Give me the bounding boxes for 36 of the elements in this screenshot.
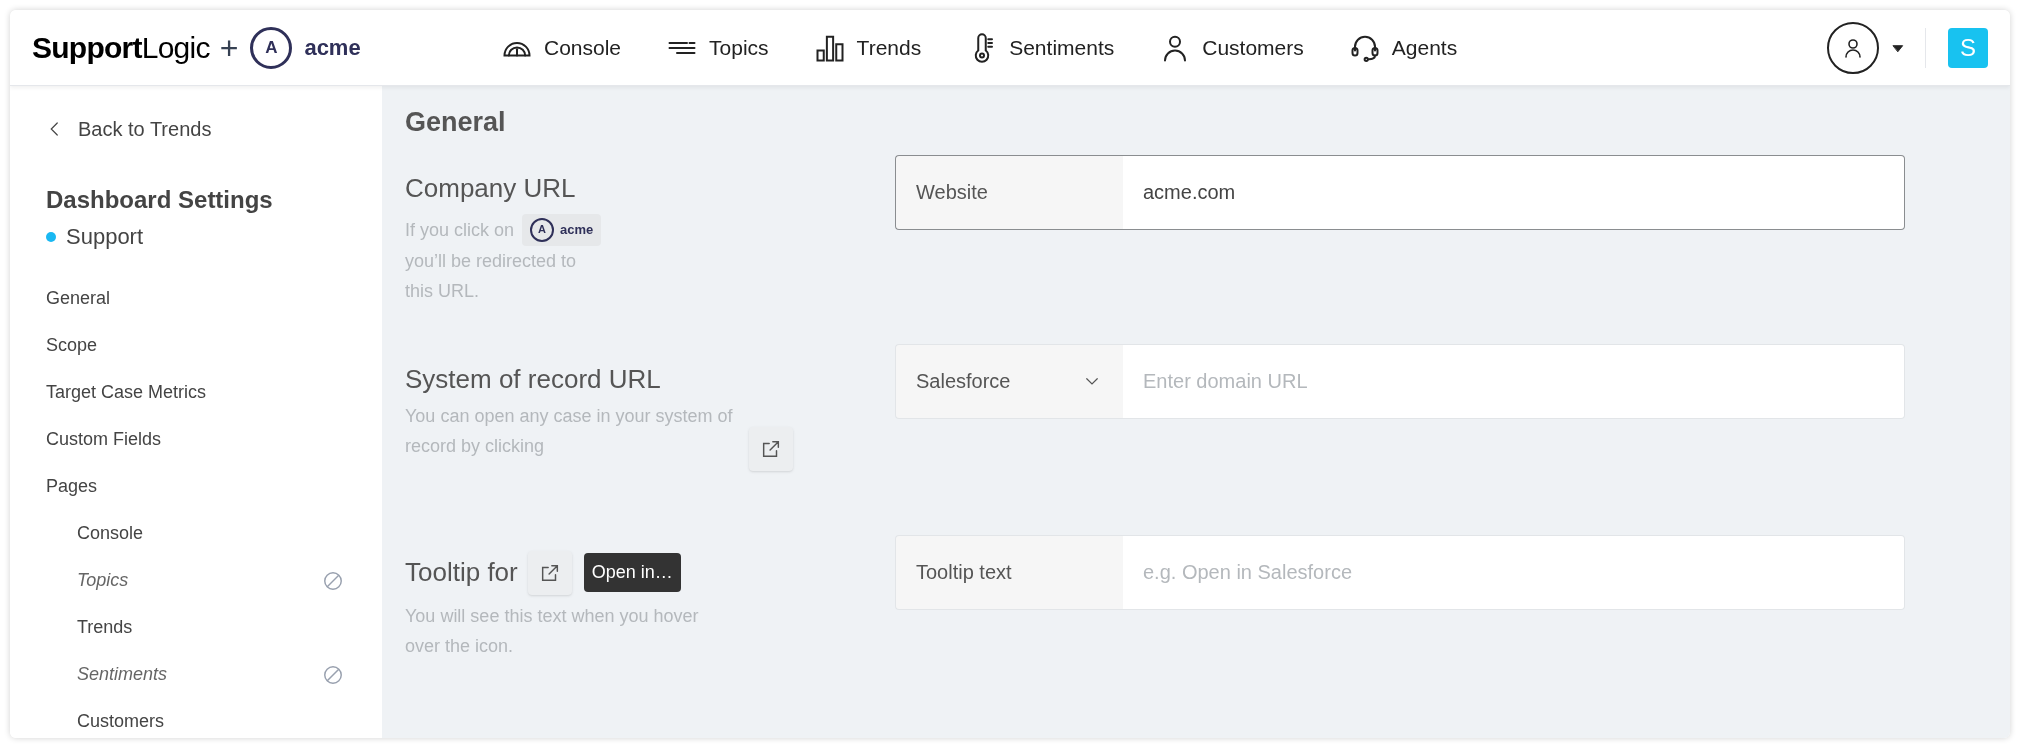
setting-description: If you click on [405, 218, 515, 242]
setting-title: System of record URL [405, 362, 661, 396]
disabled-icon [322, 663, 344, 686]
partner-logo-mark: A [250, 26, 293, 69]
plus-sign: + [219, 28, 239, 68]
setting-title: Tooltip for [405, 556, 518, 589]
nav-link[interactable]: Console [502, 31, 622, 64]
setting-description: You will see this text when you hover over the icon. [405, 604, 700, 658]
sidebar-item[interactable]: Scope [46, 332, 98, 359]
section-heading: General [405, 106, 507, 139]
sidebar-item[interactable]: Custom Fields [46, 426, 162, 453]
sidebar-item[interactable]: Target Case Metrics [46, 379, 207, 406]
dashboard-name: Support [66, 223, 144, 251]
nav-link[interactable]: Customers [1160, 31, 1304, 64]
sidebar-title: Dashboard Settings [46, 185, 274, 215]
nav-link[interactable]: Trends [814, 31, 922, 64]
back-link[interactable]: Back to Trends [46, 114, 354, 144]
tooltip: Open in… [583, 553, 681, 592]
setting-title: Company URL [405, 171, 576, 205]
sidebar-item[interactable]: Customers [77, 708, 165, 735]
partner-logo-name: acme [304, 34, 361, 62]
sidebar-item[interactable]: Trends [77, 614, 133, 641]
brand-logo[interactable]: SupportLogic [32, 25, 210, 70]
setting-description: you’ll be redirected to this URL. [405, 249, 578, 303]
open-link-button[interactable] [527, 550, 572, 595]
nav-link[interactable]: Agents [1349, 31, 1458, 64]
company-logo-chip[interactable]: A acme [522, 213, 602, 246]
nav-link[interactable]: Topics [667, 31, 769, 64]
setting-description: You can open any case in your system of record by clicking [405, 404, 734, 458]
user-avatar[interactable] [1827, 21, 1879, 74]
sidebar-item[interactable]: Console [77, 520, 144, 547]
disabled-icon [322, 569, 344, 592]
sidebar-item[interactable]: General [46, 285, 111, 312]
nav-link[interactable]: Sentiments [967, 31, 1115, 64]
sidebar-item[interactable]: Pages [46, 473, 98, 500]
open-link-button[interactable] [749, 426, 793, 471]
